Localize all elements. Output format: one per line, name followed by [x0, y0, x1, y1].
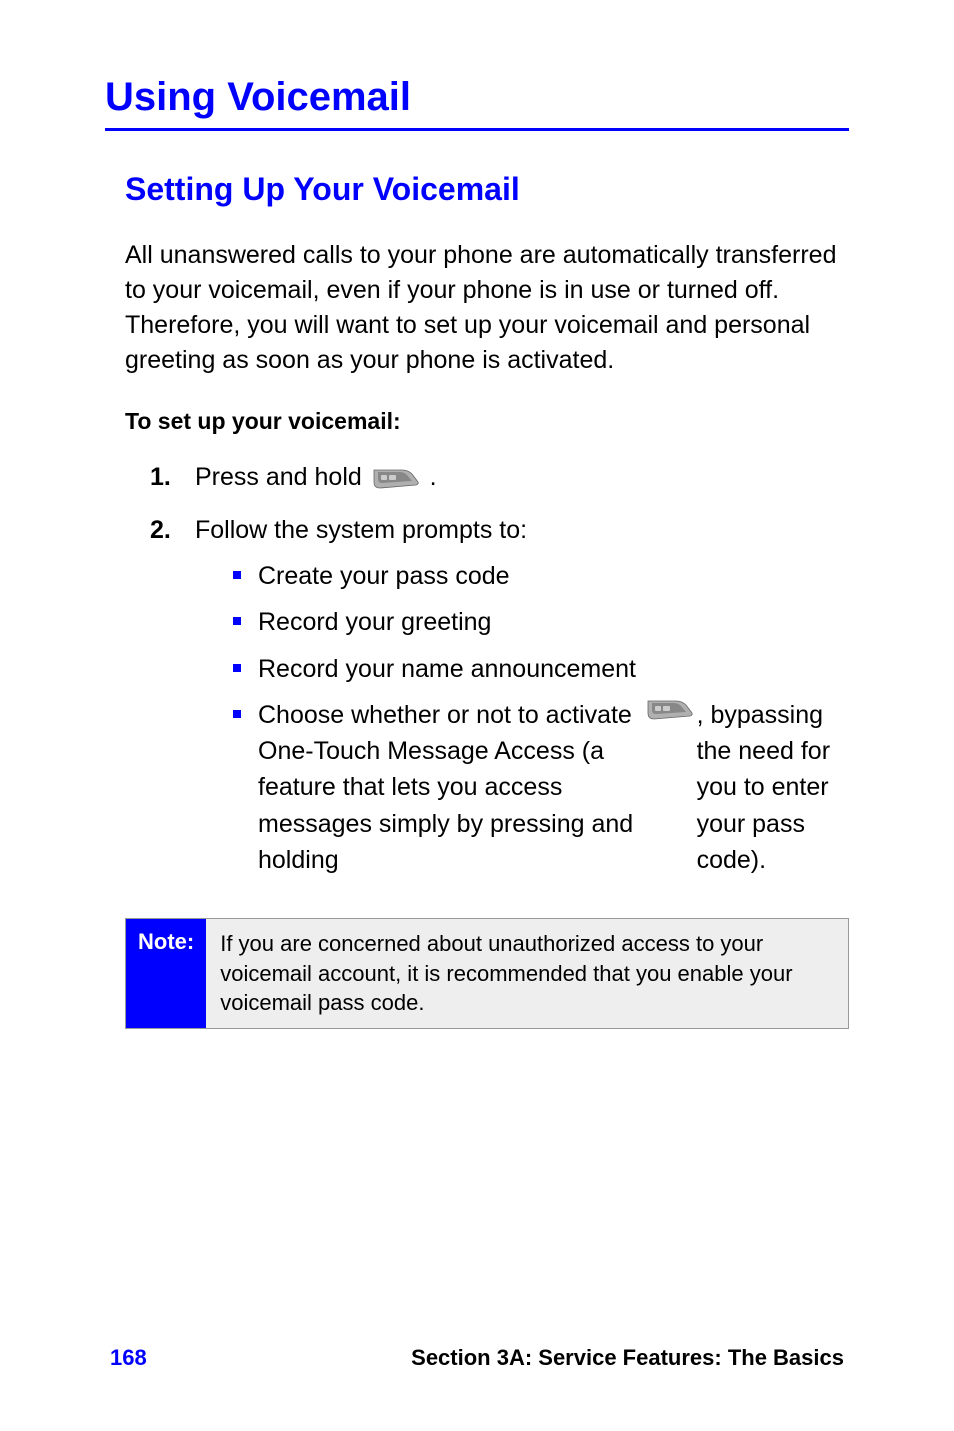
- voicemail-key-icon: [372, 466, 420, 490]
- voicemail-key-icon: [646, 697, 694, 721]
- step-number: 2.: [150, 513, 195, 548]
- step-number: 1.: [150, 460, 195, 495]
- step-text-after: .: [430, 463, 437, 491]
- step-2: 2. Follow the system prompts to: Create …: [150, 513, 849, 888]
- page-footer: 168 Section 3A: Service Features: The Ba…: [0, 1345, 954, 1371]
- footer-title: Section 3A: Service Features: The Basics: [411, 1345, 844, 1371]
- steps-heading: To set up your voicemail:: [125, 408, 849, 435]
- note-content: If you are concerned about unauthorized …: [206, 919, 848, 1028]
- step-1: 1. Press and hold .: [150, 460, 849, 495]
- step-content: Follow the system prompts to: Create you…: [195, 513, 849, 888]
- bullet-item: Record your greeting: [233, 604, 849, 640]
- intro-paragraph: All unanswered calls to your phone are a…: [125, 238, 849, 378]
- note-label: Note:: [126, 919, 206, 1028]
- step-text: Follow the system prompts to:: [195, 516, 527, 544]
- bullet-list: Create your pass code Record your greeti…: [233, 558, 849, 878]
- steps-list: 1. Press and hold . 2. Follow the system…: [150, 460, 849, 888]
- bullet-text-after: , bypassing the need for you to enter yo…: [697, 697, 849, 878]
- bullet-item: Record your name announcement: [233, 651, 849, 687]
- bullet-item: Choose whether or not to activate One-To…: [233, 697, 849, 878]
- bullet-text-before: Choose whether or not to activate One-To…: [258, 697, 643, 878]
- bullet-item: Create your pass code: [233, 558, 849, 594]
- step-text-before: Press and hold: [195, 463, 369, 491]
- section-title: Using Voicemail: [105, 75, 849, 131]
- page-number: 168: [110, 1345, 147, 1371]
- subsection-title: Setting Up Your Voicemail: [125, 171, 849, 208]
- note-box: Note: If you are concerned about unautho…: [125, 918, 849, 1029]
- step-content: Press and hold .: [195, 460, 849, 495]
